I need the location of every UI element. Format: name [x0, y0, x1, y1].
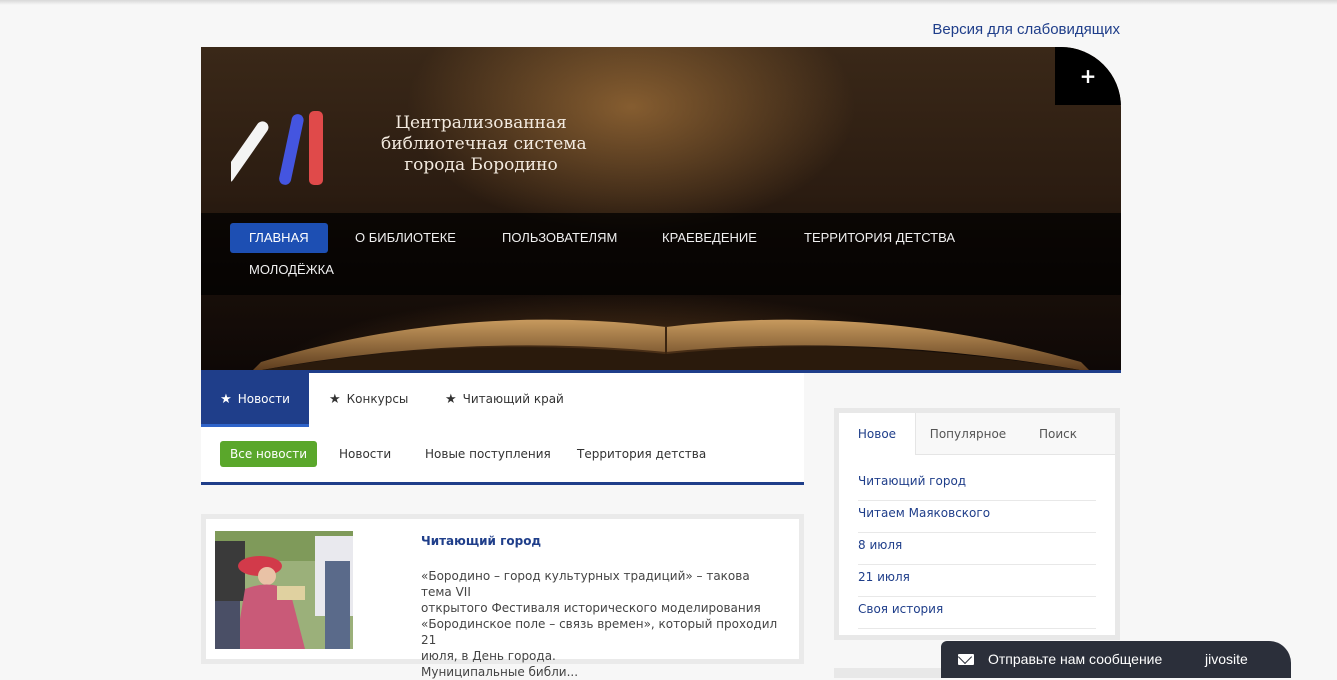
- sidebar-list: Читающий город Читаем Маяковского 8 июля…: [858, 469, 1096, 629]
- site-title: Централизованная библиотечная система го…: [381, 113, 587, 175]
- star-icon: ★: [220, 392, 232, 407]
- top-shadow: [0, 0, 1337, 5]
- nav-item-local-history[interactable]: КРАЕВЕДЕНИЕ: [643, 223, 776, 253]
- nav-item-childhood[interactable]: ТЕРРИТОРИЯ ДЕТСТВА: [785, 223, 974, 253]
- list-item[interactable]: Своя история: [858, 597, 1096, 629]
- nav-item-about[interactable]: О БИБЛИОТЕКЕ: [336, 223, 475, 253]
- list-item[interactable]: 8 июля: [858, 533, 1096, 565]
- jivosite-logo: jivosite: [1205, 651, 1248, 667]
- article-photo[interactable]: [215, 531, 353, 649]
- star-icon: ★: [329, 392, 341, 407]
- list-item[interactable]: 21 июля: [858, 565, 1096, 597]
- nav-item-users[interactable]: ПОЛЬЗОВАТЕЛЯМ: [483, 223, 636, 253]
- subtab-childhood[interactable]: Территория детства: [577, 441, 706, 467]
- subtab-new-arrivals[interactable]: Новые поступления: [425, 441, 551, 467]
- jivosite-chat-button[interactable]: Отправьте нам сообщение jivosite: [941, 641, 1291, 678]
- sidebar-widget: Новое Популярное Поиск Читающий город Чи…: [834, 408, 1120, 640]
- news-panel: ★ Новости ★ Конкурсы ★ Читающий край Все но…: [201, 373, 804, 485]
- article-excerpt: «Бородино – город культурных традиций» –…: [421, 569, 778, 679]
- envelope-icon: [958, 654, 974, 665]
- article-title[interactable]: Читающий город: [421, 534, 541, 548]
- subtab-all-news[interactable]: Все новости: [220, 441, 318, 467]
- plus-icon[interactable]: +: [1055, 47, 1121, 105]
- chat-message-label: Отправьте нам сообщение: [988, 651, 1163, 667]
- news-article: Читающий город «Бородино – город культур…: [201, 514, 804, 679]
- open-book-image: [251, 319, 1091, 372]
- list-item[interactable]: Читающий город: [858, 469, 1096, 501]
- tab-reading-region[interactable]: ★ Читающий край: [445, 373, 564, 424]
- subtab-news[interactable]: Новости: [339, 441, 391, 467]
- sidebar-tab-popular[interactable]: Популярное: [916, 413, 1020, 455]
- nav-item-youth[interactable]: МОЛОДЁЖКА: [230, 255, 353, 285]
- tab-contests[interactable]: ★ Конкурсы: [329, 373, 408, 424]
- star-icon: ★: [445, 392, 457, 407]
- accessibility-version-link[interactable]: Версия для слабовидящих: [932, 21, 1120, 38]
- library-logo: [231, 111, 323, 185]
- sidebar-tab-new[interactable]: Новое: [839, 413, 916, 455]
- sidebar-tab-search[interactable]: Поиск: [1020, 413, 1096, 455]
- site-header: + Централизованная библиотечная система …: [201, 47, 1121, 372]
- tab-news[interactable]: ★ Новости: [201, 373, 309, 427]
- news-panel-divider: [201, 482, 804, 485]
- nav-item-home[interactable]: ГЛАВНАЯ: [230, 223, 328, 253]
- main-navigation: ГЛАВНАЯ О БИБЛИОТЕКЕ ПОЛЬЗОВАТЕЛЯМ КРАЕВ…: [201, 213, 1121, 295]
- list-item[interactable]: Читаем Маяковского: [858, 501, 1096, 533]
